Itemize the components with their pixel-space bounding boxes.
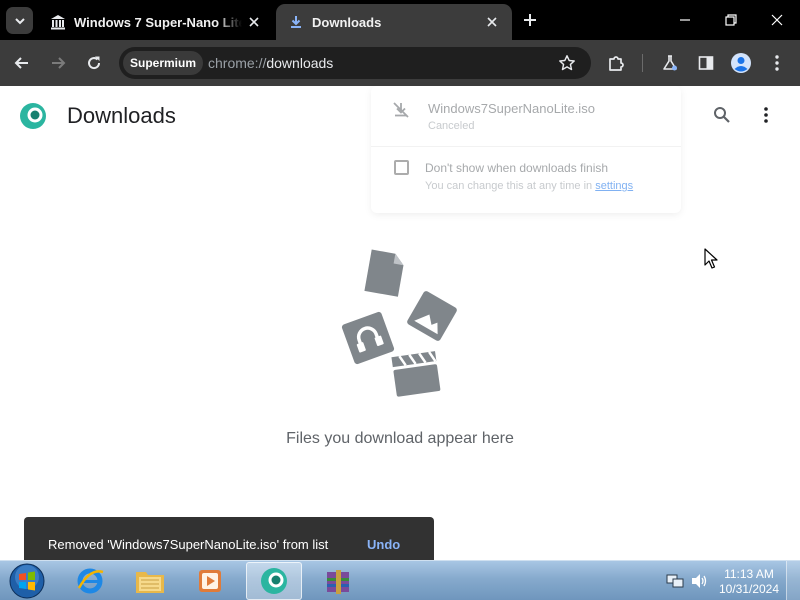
- taskbar-explorer[interactable]: [122, 562, 178, 600]
- clock-time: 11:13 AM: [724, 567, 774, 581]
- minimize-button[interactable]: [662, 0, 708, 40]
- dont-show-label[interactable]: Don't show when downloads finish: [425, 161, 608, 175]
- side-panel-icon: [698, 56, 714, 70]
- system-clock[interactable]: 11:13 AM 10/31/2024: [716, 567, 782, 597]
- archive-icon: [327, 570, 349, 594]
- change-settings-label: You can change this at any time in: [425, 180, 593, 192]
- close-icon: [249, 17, 259, 27]
- tab-title: Windows 7 Super-Nano Lite : /: [74, 14, 242, 30]
- site-chip[interactable]: Supermium: [123, 51, 204, 75]
- dont-show-checkbox[interactable]: [394, 160, 409, 175]
- chevron-down-icon: [14, 17, 25, 24]
- empty-state-message: Files you download appear here: [286, 430, 514, 447]
- close-icon: [487, 17, 497, 27]
- tab-windows7[interactable]: Windows 7 Super-Nano Lite : /: [38, 4, 274, 40]
- snackbar: Removed 'Windows7SuperNanoLite.iso' from…: [24, 517, 434, 560]
- minimize-icon: [680, 19, 690, 21]
- new-tab-icon: [524, 14, 536, 26]
- mouse-cursor-icon: [704, 248, 718, 269]
- empty-state-illustration: [341, 249, 457, 397]
- supermium-icon: [261, 568, 287, 594]
- back-button[interactable]: [10, 51, 34, 75]
- new-tab-button[interactable]: [519, 9, 541, 31]
- toolbar-divider: [642, 54, 643, 72]
- back-icon: [14, 57, 28, 69]
- labs-button[interactable]: [658, 51, 682, 75]
- tab-downloads[interactable]: Downloads: [276, 4, 512, 40]
- snackbar-message: Removed 'Windows7SuperNanoLite.iso' from…: [48, 537, 329, 552]
- taskbar-media-player[interactable]: [182, 562, 238, 600]
- restore-button[interactable]: [708, 0, 754, 40]
- close-icon: [771, 14, 783, 26]
- museum-favicon-icon: [51, 15, 65, 30]
- reload-icon: [88, 56, 101, 70]
- side-panel-button[interactable]: [694, 51, 718, 75]
- toolbar: Supermium chrome://downloads: [0, 40, 800, 86]
- clock-date: 10/31/2024: [718, 582, 780, 596]
- audio-file-icon: [341, 311, 395, 365]
- change-settings-text: You can change this at any time in setti…: [425, 180, 633, 192]
- more-actions-button[interactable]: [754, 103, 778, 127]
- video-clapper-icon: [391, 351, 441, 397]
- taskbar-supermium[interactable]: [246, 562, 302, 600]
- downloads-logo-icon: [20, 103, 46, 129]
- star-icon: [559, 55, 575, 71]
- tab-search-button[interactable]: [6, 7, 33, 34]
- menu-icon: [775, 55, 779, 71]
- more-icon: [764, 107, 768, 123]
- file-doc-icon: [364, 249, 404, 297]
- folder-icon: [136, 572, 164, 593]
- show-desktop-button[interactable]: [786, 561, 800, 600]
- image-file-icon: [407, 291, 457, 341]
- download-favicon-icon: [291, 16, 301, 28]
- forward-button[interactable]: [46, 51, 70, 75]
- internet-explorer-icon: [77, 568, 104, 594]
- tab-title: Downloads: [312, 14, 382, 30]
- taskbar: 11:13 AM 10/31/2024: [0, 560, 800, 600]
- volume-icon[interactable]: [690, 572, 708, 590]
- taskbar-ie[interactable]: [62, 562, 118, 600]
- bookmark-button[interactable]: [556, 52, 578, 74]
- bubble-filename[interactable]: Windows7SuperNanoLite.iso: [428, 101, 595, 116]
- restore-icon: [725, 14, 737, 26]
- undo-button[interactable]: Undo: [367, 537, 400, 552]
- forward-icon: [52, 57, 66, 69]
- extensions-icon: [609, 56, 624, 71]
- search-icon: [714, 107, 730, 123]
- extensions-button[interactable]: [604, 51, 628, 75]
- browser-menu-button[interactable]: [765, 51, 789, 75]
- profile-button[interactable]: [729, 51, 753, 75]
- omnibox[interactable]: Supermium chrome://downloads: [119, 47, 591, 79]
- close-window-button[interactable]: [754, 0, 800, 40]
- tab-strip: Windows 7 Super-Nano Lite : / Downloads: [0, 0, 800, 40]
- url-scheme: chrome://: [208, 55, 267, 71]
- settings-link[interactable]: settings: [595, 180, 633, 192]
- bubble-divider: [371, 146, 681, 147]
- search-button[interactable]: [710, 103, 734, 127]
- reload-button[interactable]: [82, 51, 106, 75]
- page-title: Downloads: [67, 103, 176, 128]
- taskbar-archive[interactable]: [310, 562, 366, 600]
- url-path: downloads: [266, 55, 334, 71]
- labs-icon: [663, 55, 677, 71]
- tab-close-button[interactable]: [246, 14, 262, 30]
- start-button[interactable]: [8, 562, 46, 600]
- media-player-icon: [199, 570, 221, 592]
- profile-icon: [731, 53, 751, 73]
- url-text[interactable]: chrome://downloads: [208, 55, 333, 71]
- download-off-icon: [393, 102, 409, 118]
- tab-close-button[interactable]: [484, 14, 500, 30]
- bubble-status: Canceled: [428, 120, 475, 132]
- downloads-bubble: Windows7SuperNanoLite.iso Canceled Don't…: [371, 86, 681, 213]
- network-icon[interactable]: [666, 572, 684, 590]
